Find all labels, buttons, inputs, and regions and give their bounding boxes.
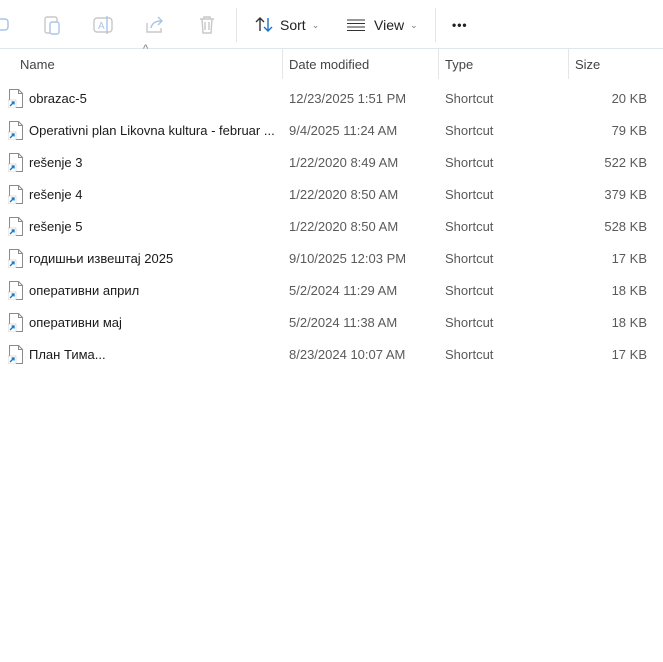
file-type: Shortcut	[445, 123, 494, 138]
file-type: Shortcut	[445, 155, 494, 170]
toolbar-divider	[236, 8, 237, 42]
sort-ascending-icon: ^	[143, 43, 149, 55]
svg-text:A: A	[98, 21, 105, 32]
file-name: rešenje 3	[29, 155, 83, 170]
chevron-down-icon: ⌄	[311, 19, 320, 30]
sort-label: Sort	[280, 17, 306, 33]
file-type: Shortcut	[445, 187, 494, 202]
column-divider[interactable]	[282, 49, 283, 79]
toolbar-divider	[435, 8, 436, 42]
view-label: View	[374, 17, 405, 33]
command-bar: A Sort ⌄ View ⌄ •••	[0, 0, 663, 49]
file-size: 528 KB	[604, 219, 647, 234]
file-size: 522 KB	[604, 155, 647, 170]
rename-button[interactable]: A	[92, 12, 114, 38]
file-size: 18 KB	[611, 283, 647, 298]
shortcut-file-icon	[8, 217, 23, 236]
file-row[interactable]: Operativni plan Likovna kultura - februa…	[0, 114, 663, 146]
share-icon	[144, 14, 166, 36]
column-name[interactable]: Name	[20, 57, 55, 72]
file-date: 1/22/2020 8:49 AM	[289, 155, 399, 170]
column-date-modified[interactable]: Date modified	[289, 57, 369, 72]
view-icon	[345, 14, 367, 36]
delete-button[interactable]	[196, 12, 218, 38]
file-type: Shortcut	[445, 251, 494, 266]
file-row[interactable]: obrazac-5 12/23/2025 1:51 PM Shortcut 20…	[0, 82, 663, 114]
shortcut-file-icon	[8, 185, 23, 204]
partial-button[interactable]	[0, 12, 16, 38]
file-date: 9/10/2025 12:03 PM	[289, 251, 407, 266]
file-name: rešenje 4	[29, 187, 83, 202]
file-row[interactable]: rešenje 5 1/22/2020 8:50 AM Shortcut 528…	[0, 210, 663, 242]
delete-icon	[196, 14, 218, 36]
column-divider[interactable]	[438, 49, 439, 79]
paste-icon	[41, 14, 63, 36]
file-date: 1/22/2020 8:50 AM	[289, 187, 399, 202]
shortcut-file-icon	[8, 345, 23, 364]
column-type[interactable]: Type	[445, 57, 473, 72]
file-date: 9/4/2025 11:24 AM	[289, 123, 398, 138]
shortcut-file-icon	[8, 153, 23, 172]
more-icon: •••	[452, 18, 468, 32]
file-size: 379 KB	[604, 187, 647, 202]
more-button[interactable]: •••	[452, 12, 468, 38]
file-row[interactable]: rešenje 4 1/22/2020 8:50 AM Shortcut 379…	[0, 178, 663, 210]
file-type: Shortcut	[445, 347, 494, 362]
file-name: оперативни мај	[29, 315, 122, 330]
file-row[interactable]: rešenje 3 1/22/2020 8:49 AM Shortcut 522…	[0, 146, 663, 178]
file-size: 79 KB	[611, 123, 647, 138]
file-size: 17 KB	[611, 347, 647, 362]
file-name: оперативни април	[29, 283, 140, 298]
file-name: obrazac-5	[29, 91, 87, 106]
paste-button[interactable]	[41, 12, 63, 38]
shortcut-file-icon	[8, 281, 23, 300]
file-date: 5/2/2024 11:29 AM	[289, 283, 398, 298]
shortcut-file-icon	[8, 121, 23, 140]
file-row[interactable]: План Тима... 8/23/2024 10:07 AM Shortcut…	[0, 338, 663, 370]
file-row[interactable]: годишњи извештај 2025 9/10/2025 12:03 PM…	[0, 242, 663, 274]
chevron-down-icon: ⌄	[410, 19, 418, 30]
shortcut-file-icon	[8, 249, 23, 268]
file-row[interactable]: оперативни април 5/2/2024 11:29 AM Short…	[0, 274, 663, 306]
column-size[interactable]: Size	[575, 57, 600, 72]
column-header: ^ Name Date modified Type Size	[0, 43, 663, 79]
file-size: 17 KB	[611, 251, 647, 266]
file-name: План Тима...	[29, 347, 106, 362]
file-date: 12/23/2025 1:51 PM	[289, 91, 407, 106]
file-size: 18 KB	[611, 315, 647, 330]
file-name: rešenje 5	[29, 219, 83, 234]
file-row[interactable]: оперативни мај 5/2/2024 11:38 AM Shortcu…	[0, 306, 663, 338]
shortcut-file-icon	[8, 313, 23, 332]
file-size: 20 KB	[611, 91, 647, 106]
partial-icon	[0, 14, 16, 36]
file-date: 8/23/2024 10:07 AM	[289, 347, 406, 362]
file-name: Operativni plan Likovna kultura - februa…	[29, 123, 275, 138]
view-button[interactable]: View ⌄	[345, 12, 418, 38]
file-date: 5/2/2024 11:38 AM	[289, 315, 398, 330]
file-type: Shortcut	[445, 315, 494, 330]
file-type: Shortcut	[445, 91, 494, 106]
rename-icon: A	[92, 14, 114, 36]
file-name: годишњи извештај 2025	[29, 251, 174, 266]
column-divider[interactable]	[568, 49, 569, 79]
file-date: 1/22/2020 8:50 AM	[289, 219, 399, 234]
sort-button[interactable]: Sort ⌄	[253, 12, 319, 38]
file-type: Shortcut	[445, 283, 494, 298]
sort-icon	[253, 14, 275, 36]
shortcut-file-icon	[8, 89, 23, 108]
file-type: Shortcut	[445, 219, 494, 234]
share-button[interactable]	[144, 12, 166, 38]
